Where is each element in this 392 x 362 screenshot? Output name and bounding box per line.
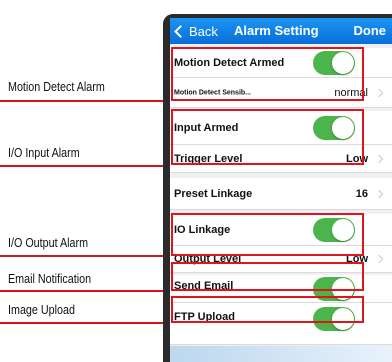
chevron-right-icon — [374, 254, 384, 264]
page-title: Alarm Setting — [234, 23, 319, 38]
output-level-label: Output Level — [174, 253, 242, 265]
row-input-armed: Input Armed — [170, 111, 392, 145]
io-linkage-label: IO Linkage — [174, 223, 231, 236]
send-email-toggle[interactable] — [313, 276, 355, 301]
toggle-knob — [332, 51, 354, 74]
back-button[interactable]: Back — [174, 18, 218, 44]
row-motion-detect-armed: Motion Detect Armed — [170, 48, 392, 78]
chevron-right-icon — [374, 189, 384, 198]
row-output-level[interactable]: Output Level Low — [170, 246, 392, 273]
motion-sensitivity-value: normal — [334, 86, 368, 99]
annotation-io-input-alarm: I/O Input Alarm — [8, 146, 80, 160]
toggle-knob — [332, 116, 354, 139]
annotation-line-input — [0, 165, 172, 167]
annotation-line-email — [0, 290, 172, 292]
send-email-label: Send Email — [174, 279, 234, 292]
io-linkage-toggle[interactable] — [313, 217, 355, 242]
row-motion-detect-sensitivity[interactable]: Motion Detect Sensib... normal — [170, 78, 392, 108]
ftp-upload-label: FTP Upload — [174, 311, 235, 323]
trigger-level-value: Low — [346, 152, 368, 165]
output-level-value: Low — [346, 253, 368, 265]
input-armed-toggle[interactable] — [313, 115, 355, 140]
row-io-linkage: IO Linkage — [170, 214, 392, 246]
row-trigger-level[interactable]: Trigger Level Low — [170, 145, 392, 173]
row-send-email: Send Email — [170, 275, 392, 303]
preset-linkage-value: 16 — [355, 187, 368, 200]
annotation-line-motion — [0, 100, 172, 102]
chevron-right-icon — [374, 154, 384, 163]
toggle-knob — [332, 277, 354, 300]
annotation-motion-detect-alarm: Motion Detect Alarm — [8, 80, 105, 94]
motion-sensitivity-label: Motion Detect Sensib... — [174, 89, 252, 96]
back-label: Back — [189, 23, 218, 39]
trigger-level-label: Trigger Level — [174, 152, 243, 165]
chevron-right-icon — [374, 88, 384, 97]
annotation-image-upload: Image Upload — [8, 303, 75, 317]
annotation-line-output — [0, 255, 172, 257]
annotation-io-output-alarm: I/O Output Alarm — [8, 236, 89, 250]
annotation-email-notification: Email Notification — [8, 272, 92, 286]
motion-detect-armed-toggle[interactable] — [313, 50, 355, 75]
row-preset-linkage[interactable]: Preset Linkage 16 — [170, 178, 392, 210]
ftp-upload-toggle[interactable] — [313, 307, 355, 331]
toggle-knob — [332, 218, 354, 241]
input-armed-label: Input Armed — [174, 121, 239, 134]
done-button[interactable]: Done — [354, 18, 387, 44]
row-ftp-upload: FTP Upload — [170, 303, 392, 345]
annotation-line-upload — [0, 322, 172, 324]
motion-detect-armed-label: Motion Detect Armed — [174, 56, 285, 69]
bottom-bar — [170, 346, 392, 362]
chevron-left-icon — [174, 24, 187, 38]
navigation-bar: Back Alarm Setting Done — [170, 18, 392, 44]
toggle-knob — [332, 308, 354, 330]
phone-screen: Back Alarm Setting Done Motion Detect Ar… — [170, 18, 392, 362]
preset-linkage-label: Preset Linkage — [174, 187, 253, 200]
